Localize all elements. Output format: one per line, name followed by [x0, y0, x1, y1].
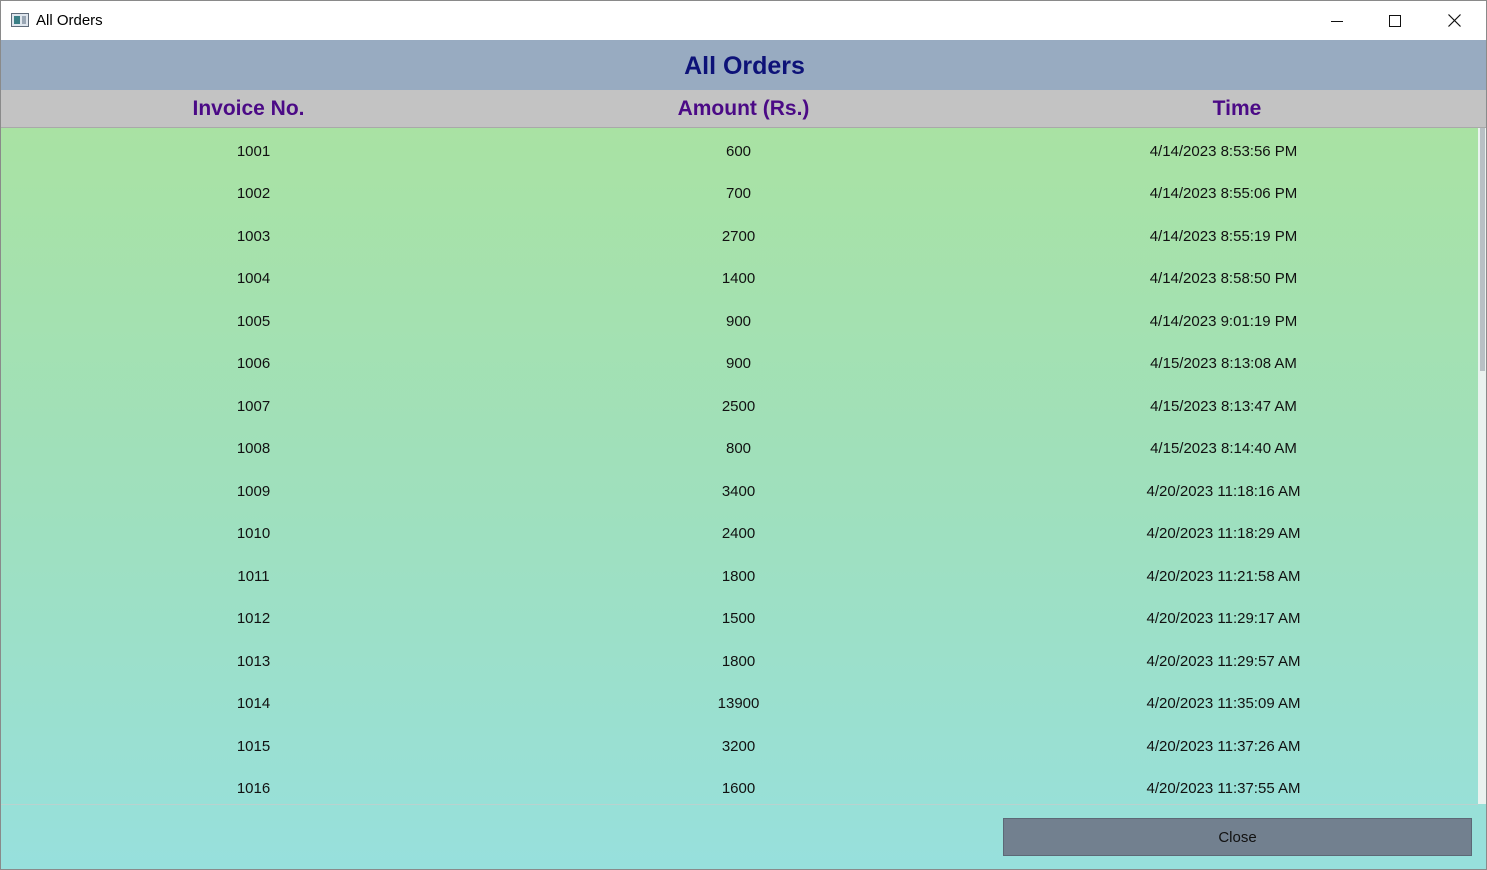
invoice-cell: 1007 [236, 397, 271, 415]
time-cell: 4/20/2023 11:37:55 AM [1146, 780, 1301, 797]
table-row[interactable]: 1010 2400 4/20/2023 11:18:29 AM [1, 513, 1478, 555]
amount-cell: 2700 [721, 227, 756, 245]
time-cell: 4/20/2023 11:29:57 AM [1146, 652, 1301, 670]
invoice-cell: 1005 [236, 312, 271, 330]
table-row[interactable]: 1008 800 4/15/2023 8:14:40 AM [1, 428, 1478, 470]
table-row[interactable]: 1001 600 4/14/2023 8:53:56 PM [1, 130, 1478, 172]
close-icon [1447, 14, 1461, 27]
maximize-button[interactable] [1366, 1, 1424, 40]
invoice-cell: 1013 [236, 652, 271, 670]
time-cell: 4/14/2023 8:55:06 PM [1149, 185, 1298, 202]
time-cell: 4/14/2023 8:58:50 PM [1149, 270, 1298, 287]
time-cell: 4/20/2023 11:18:29 AM [1146, 525, 1301, 542]
invoice-cell: 1003 [236, 227, 271, 245]
time-cell: 4/20/2023 11:29:17 AM [1146, 610, 1301, 627]
invoice-cell: 1009 [236, 482, 271, 500]
amount-cell: 1800 [721, 567, 756, 585]
content-area: 1001 600 4/14/2023 8:53:56 PM 1002 700 4/14/2… [1, 128, 1486, 869]
amount-cell: 1600 [721, 780, 756, 797]
time-cell: 4/20/2023 11:37:26 AM [1146, 737, 1301, 755]
table-row[interactable]: 1016 1600 4/20/2023 11:37:55 AM [1, 768, 1478, 805]
time-cell: 4/14/2023 9:01:19 PM [1149, 312, 1298, 330]
page-title: All Orders [684, 51, 805, 80]
column-header-amount[interactable]: Amount (Rs.) [496, 90, 991, 128]
invoice-cell: 1010 [236, 525, 271, 542]
page-header: All Orders [1, 40, 1486, 90]
title-bar[interactable]: All Orders [1, 1, 1486, 40]
column-header-row: Invoice No. Amount (Rs.) Time [1, 90, 1486, 128]
amount-cell: 13900 [717, 695, 760, 712]
invoice-cell: 1012 [236, 610, 271, 627]
time-cell: 4/15/2023 8:13:47 AM [1150, 397, 1297, 415]
time-cell: 4/15/2023 8:13:08 AM [1150, 355, 1297, 372]
amount-cell: 1400 [721, 270, 756, 287]
time-cell: 4/14/2023 8:53:56 PM [1149, 142, 1298, 160]
invoice-cell: 1016 [236, 780, 271, 797]
close-window-button[interactable] [1425, 1, 1483, 40]
list-divider [1, 804, 1478, 805]
table-row[interactable]: 1004 1400 4/14/2023 8:58:50 PM [1, 258, 1478, 300]
table-row[interactable]: 1009 3400 4/20/2023 11:18:16 AM [1, 470, 1478, 512]
all-orders-window: All Orders All Orders Invoice No. Amount… [0, 0, 1487, 870]
amount-cell: 1800 [721, 652, 756, 670]
amount-cell: 3400 [721, 482, 756, 500]
table-row[interactable]: 1006 900 4/15/2023 8:13:08 AM [1, 343, 1478, 385]
app-icon [11, 13, 29, 27]
invoice-cell: 1015 [236, 737, 271, 755]
amount-cell: 2400 [721, 525, 756, 542]
amount-cell: 1500 [721, 610, 756, 627]
amount-cell: 900 [725, 312, 752, 330]
minimize-icon [1331, 20, 1343, 22]
invoice-cell: 1008 [236, 440, 271, 457]
table-row[interactable]: 1015 3200 4/20/2023 11:37:26 AM [1, 725, 1478, 767]
amount-cell: 900 [725, 355, 752, 372]
time-cell: 4/20/2023 11:21:58 AM [1146, 567, 1301, 585]
vertical-scrollbar[interactable] [1478, 128, 1486, 804]
table-row[interactable]: 1007 2500 4/15/2023 8:13:47 AM [1, 385, 1478, 427]
column-header-invoice[interactable]: Invoice No. [1, 90, 496, 128]
table-row[interactable]: 1014 13900 4/20/2023 11:35:09 AM [1, 683, 1478, 725]
table-row[interactable]: 1002 700 4/14/2023 8:55:06 PM [1, 173, 1478, 215]
table-row[interactable]: 1013 1800 4/20/2023 11:29:57 AM [1, 640, 1478, 682]
minimize-button[interactable] [1308, 1, 1366, 40]
table-row[interactable]: 1005 900 4/14/2023 9:01:19 PM [1, 300, 1478, 342]
column-header-time[interactable]: Time [991, 90, 1483, 128]
time-cell: 4/20/2023 11:18:16 AM [1146, 482, 1301, 500]
invoice-cell: 1004 [236, 270, 271, 287]
amount-cell: 2500 [721, 397, 756, 415]
table-row[interactable]: 1011 1800 4/20/2023 11:21:58 AM [1, 555, 1478, 597]
amount-cell: 600 [725, 142, 752, 160]
invoice-cell: 1001 [236, 142, 271, 160]
table-row[interactable]: 1012 1500 4/20/2023 11:29:17 AM [1, 598, 1478, 640]
time-cell: 4/15/2023 8:14:40 AM [1150, 440, 1297, 457]
invoice-cell: 1006 [236, 355, 271, 372]
amount-cell: 700 [725, 185, 752, 202]
invoice-cell: 1014 [236, 695, 271, 712]
maximize-icon [1389, 14, 1401, 27]
close-button[interactable]: Close [1003, 818, 1472, 856]
invoice-cell: 1002 [236, 185, 271, 202]
orders-list[interactable]: 1001 600 4/14/2023 8:53:56 PM 1002 700 4/14/2… [1, 128, 1478, 804]
time-cell: 4/14/2023 8:55:19 PM [1149, 227, 1298, 245]
window-title: All Orders [36, 12, 103, 29]
scrollbar-thumb[interactable] [1480, 128, 1485, 371]
time-cell: 4/20/2023 11:35:09 AM [1146, 695, 1301, 712]
amount-cell: 800 [725, 440, 752, 457]
table-row[interactable]: 1003 2700 4/14/2023 8:55:19 PM [1, 215, 1478, 257]
invoice-cell: 1011 [237, 567, 270, 585]
amount-cell: 3200 [721, 737, 756, 755]
